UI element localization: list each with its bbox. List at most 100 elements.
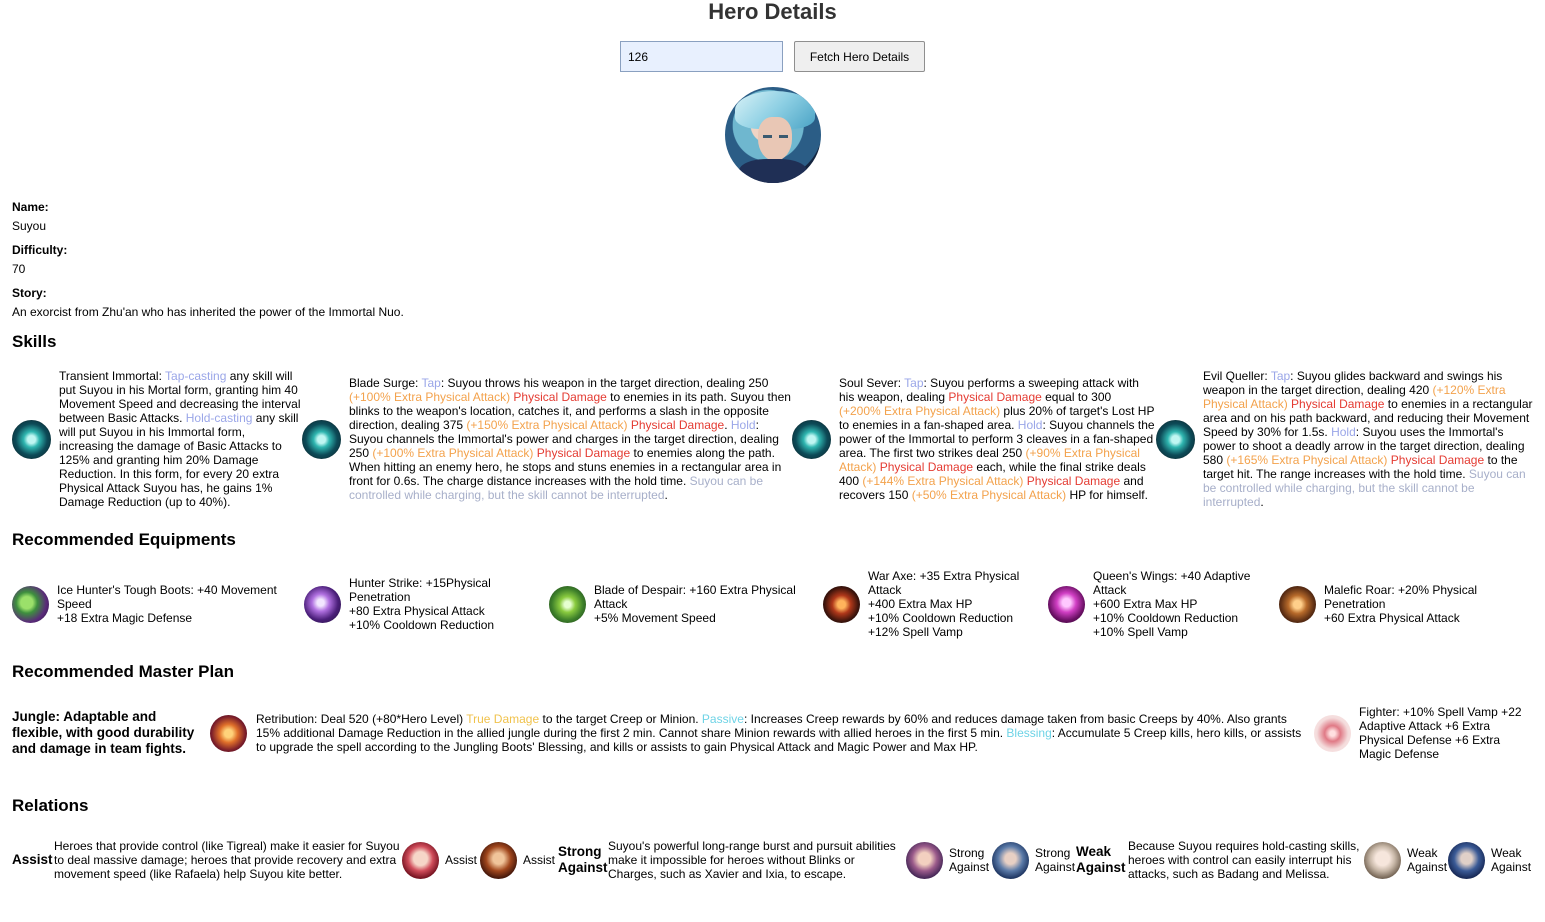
text-segment: any skill will put Suyou in his Immortal… (59, 411, 299, 509)
skill-description: Transient Immortal: Tap-casting any skil… (59, 369, 302, 509)
emblem-description: Fighter: +10% Spell Vamp +22 Adaptive At… (1359, 705, 1522, 761)
hunter-strike-icon (304, 585, 341, 623)
relation-hero: Assist (480, 841, 558, 879)
highlighted-text: (+50% Extra Physical Attack) (911, 488, 1067, 502)
equipment-item: War Axe: +35 Extra Physical Attack +400 … (823, 569, 1048, 639)
relation-hero-label: Assist (445, 853, 478, 867)
equipment-description: Hunter Strike: +15Physical Penetration +… (349, 576, 495, 632)
weak-hero-1-icon (1364, 841, 1401, 879)
text-segment: . (724, 418, 731, 432)
difficulty-label: Difficulty: (12, 243, 68, 257)
highlighted-text: Tap (421, 376, 441, 390)
skill-item: Transient Immortal: Tap-casting any skil… (12, 369, 302, 509)
highlighted-text: Physical Damage (1390, 453, 1485, 467)
relation-hero: Assist (402, 841, 480, 879)
highlighted-text: (+100% Extra Physical Attack) (349, 390, 511, 404)
highlighted-text: Physical Damage (879, 460, 974, 474)
skills-title: Skills (12, 332, 57, 351)
hero-name: Suyou (12, 219, 47, 233)
equipment-description: Malefic Roar: +20% Physical Penetration … (1324, 583, 1478, 625)
equipment-description: Blade of Despair: +160 Extra Physical At… (594, 583, 796, 625)
highlighted-text: Hold (730, 418, 756, 432)
name-label: Name: (12, 200, 49, 214)
highlighted-text: Hold-casting (185, 411, 253, 425)
evil-queller-icon (1156, 419, 1195, 459)
hero-id-input[interactable] (620, 41, 783, 72)
relation-hero-label: Assist (523, 853, 556, 867)
equipment-description: War Axe: +35 Extra Physical Attack +400 … (868, 569, 1020, 639)
spell-description: Retribution: Deal 520 (+80*Hero Level) T… (256, 712, 1306, 754)
highlighted-text: Physical Damage (948, 390, 1042, 404)
highlighted-text: Hold (1331, 425, 1356, 439)
relations-title: Relations (12, 796, 89, 815)
equipment-item: Blade of Despair: +160 Extra Physical At… (549, 583, 823, 625)
hero-story: An exorcist from Zhu'an who has inherite… (12, 305, 404, 319)
equipment-item: Queen's Wings: +40 Adaptive Attack +600 … (1048, 569, 1279, 639)
relation-description-strong-against: Suyou's powerful long-range burst and pu… (608, 839, 896, 881)
highlighted-text: (+100% Extra Physical Attack) (372, 446, 534, 460)
relation-hero-label: Weak Against (1407, 846, 1448, 874)
equipment-item: Hunter Strike: +15Physical Penetration +… (304, 576, 549, 632)
skill-description: Blade Surge: Tap: Suyou throws his weapo… (349, 376, 791, 502)
text-segment: Soul Sever: (839, 376, 905, 390)
highlighted-text: Physical Damage (536, 446, 631, 460)
weak-hero-2-icon (1448, 841, 1485, 879)
search-row: Fetch Hero Details (0, 41, 1545, 72)
war-axe-icon (823, 585, 860, 623)
equipment-item: Ice Hunter's Tough Boots: +40 Movement S… (12, 583, 304, 625)
malefic-roar-icon (1279, 585, 1316, 623)
text-segment: to the target Creep or Minion. (539, 712, 702, 726)
retribution-icon (210, 714, 247, 752)
equipment-list: Ice Hunter's Tough Boots: +40 Movement S… (12, 569, 1545, 639)
relation-hero-label: Strong Against (1035, 846, 1076, 874)
skill-item: Blade Surge: Tap: Suyou throws his weapo… (302, 376, 792, 502)
relation-description-weak-against: Because Suyou requires hold-casting skil… (1128, 839, 1360, 881)
assist-hero-2-icon (480, 841, 517, 879)
master-plan-title: Recommended Master Plan (12, 662, 235, 681)
relation-hero: Strong Against (992, 841, 1076, 879)
highlighted-text: Hold (1017, 418, 1043, 432)
highlighted-text: Physical Damage (1026, 474, 1121, 488)
master-plan: Jungle: Adaptable and flexible, with goo… (0, 705, 1545, 761)
highlighted-text: (+200% Extra Physical Attack) (839, 404, 1001, 418)
text-segment: . (664, 488, 668, 502)
relation-description-assist: Heroes that provide control (like Tigrea… (54, 839, 400, 881)
blade-of-despair-icon (549, 585, 586, 623)
highlighted-text: (+150% Extra Physical Attack) (466, 418, 628, 432)
relation-hero-label: Weak Against (1491, 846, 1532, 874)
skill-item: Soul Sever: Tap: Suyou performs a sweepi… (792, 376, 1156, 502)
page-title: Hero Details (708, 0, 837, 24)
highlighted-text: Tap (904, 376, 924, 390)
relation-hero: Weak Against (1448, 841, 1534, 879)
highlighted-text: Physical Damage (1291, 397, 1385, 411)
relations-list: Assist Heroes that provide control (like… (12, 839, 1545, 881)
relation-hero-label: Strong Against (949, 846, 990, 874)
master-plan-name: Jungle: Adaptable and flexible, with goo… (12, 709, 195, 756)
highlighted-text: Passive (701, 712, 744, 726)
transient-immortal-icon (12, 419, 51, 459)
equipment-description: Queen's Wings: +40 Adaptive Attack +600 … (1093, 569, 1251, 639)
text-segment: Evil Queller: (1203, 369, 1271, 383)
equipment-item: Malefic Roar: +20% Physical Penetration … (1279, 583, 1529, 625)
highlighted-text: Tap-casting (165, 369, 227, 383)
highlighted-text: Physical Damage (513, 390, 607, 404)
relation-type-assist: Assist (12, 852, 53, 867)
fighter-emblem-icon (1314, 714, 1351, 752)
blade-surge-icon (302, 419, 341, 459)
relation-hero: Strong Against (906, 841, 992, 879)
relation-type-weak-against: Weak Against (1076, 844, 1126, 875)
hero-difficulty: 70 (12, 262, 26, 276)
relation-hero: Weak Against (1364, 841, 1448, 879)
text-segment: Blade Surge: (349, 376, 422, 390)
skill-item: Evil Queller: Tap: Suyou glides backward… (1156, 369, 1534, 509)
highlighted-text: Physical Damage (630, 418, 725, 432)
hero-avatar (724, 87, 821, 183)
relation-type-strong-against: Strong Against (558, 844, 608, 875)
highlighted-text: (+144% Extra Physical Attack) (862, 474, 1024, 488)
text-segment: : Suyou throws his weapon in the target … (440, 376, 769, 390)
strong-hero-2-icon (992, 841, 1029, 879)
story-label: Story: (12, 286, 47, 300)
text-segment: . (1260, 495, 1264, 509)
skill-description: Evil Queller: Tap: Suyou glides backward… (1203, 369, 1534, 509)
fetch-hero-details-button[interactable]: Fetch Hero Details (794, 41, 925, 72)
